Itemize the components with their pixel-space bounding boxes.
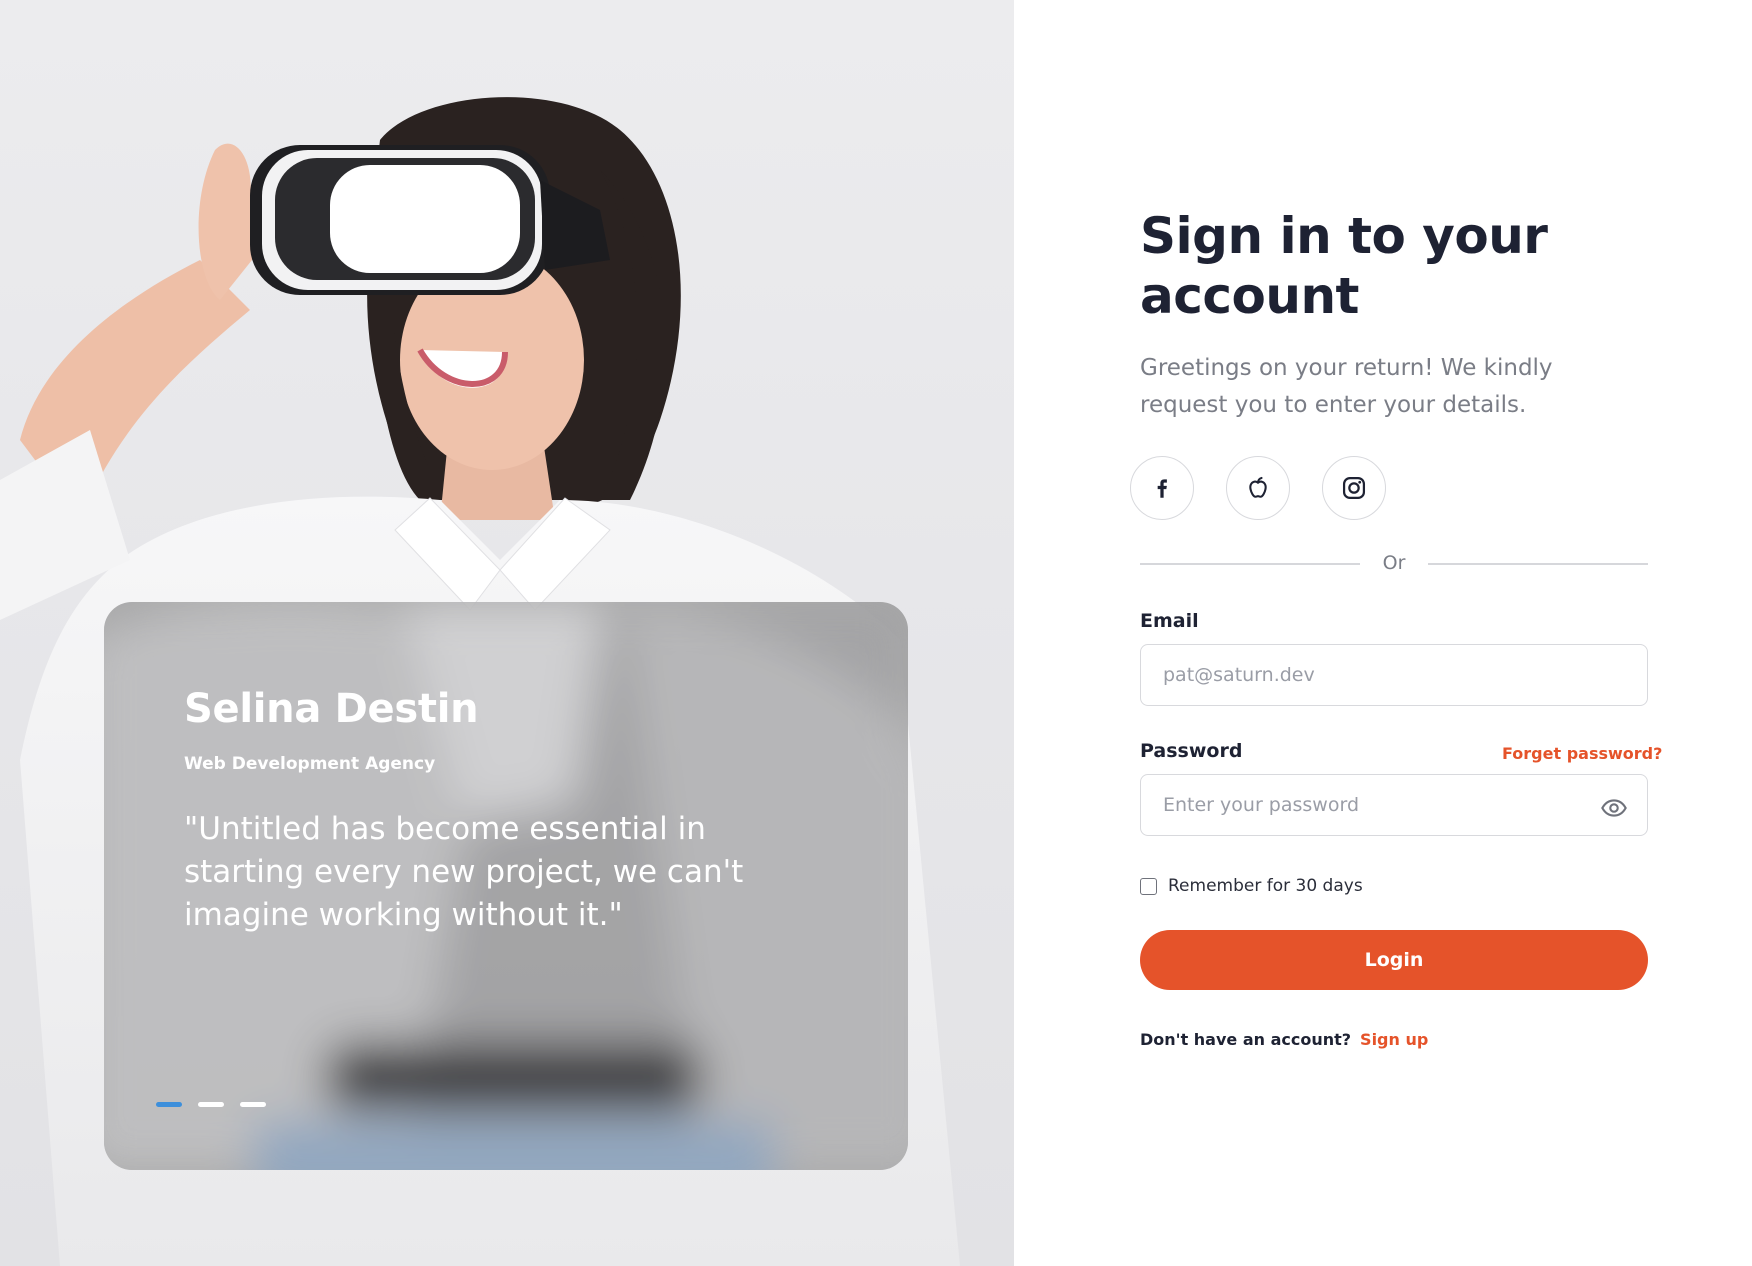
email-label: Email (1140, 610, 1199, 632)
instagram-login-button[interactable] (1322, 456, 1386, 520)
remember-label: Remember for 30 days (1168, 876, 1363, 896)
or-divider: Or (1140, 548, 1648, 578)
eye-icon (1601, 799, 1627, 817)
facebook-icon (1157, 479, 1167, 498)
carousel-dot[interactable] (198, 1102, 224, 1107)
apple-icon (1249, 476, 1267, 498)
social-login-row (1130, 456, 1386, 520)
testimonial-role: Web Development Agency (184, 754, 436, 774)
signup-link[interactable]: Sign up (1360, 1030, 1428, 1049)
divider-line (1428, 563, 1648, 565)
login-button[interactable]: Login (1140, 930, 1648, 990)
carousel-dot[interactable] (156, 1102, 182, 1107)
signup-prompt: Don't have an account? (1140, 1030, 1352, 1049)
page-subtitle: Greetings on your return! We kindly requ… (1140, 355, 1553, 418)
instagram-icon (1342, 476, 1366, 500)
password-field[interactable] (1140, 774, 1648, 836)
hero-panel: Selina Destin Web Development Agency "Un… (0, 0, 1014, 1266)
remember-me[interactable]: Remember for 30 days (1140, 876, 1363, 896)
remember-checkbox[interactable] (1140, 877, 1157, 895)
page-title: Sign in to your account (1140, 207, 1548, 325)
apple-login-button[interactable] (1226, 456, 1290, 520)
signin-panel: Sign in to your account Greetings on you… (1014, 0, 1752, 1266)
facebook-login-button[interactable] (1130, 456, 1194, 520)
forgot-password-link[interactable]: Forget password? (1502, 744, 1662, 763)
testimonial-card: Selina Destin Web Development Agency "Un… (104, 602, 908, 1170)
password-label: Password (1140, 740, 1243, 762)
carousel-indicators (156, 1102, 266, 1107)
email-field[interactable] (1140, 644, 1648, 706)
signup-row: Don't have an account? Sign up (1140, 1030, 1428, 1049)
testimonial-quote: "Untitled has become essential in starti… (184, 811, 744, 933)
testimonial-name: Selina Destin (184, 686, 479, 732)
show-password-toggle[interactable] (1600, 794, 1628, 822)
carousel-dot[interactable] (240, 1102, 266, 1107)
